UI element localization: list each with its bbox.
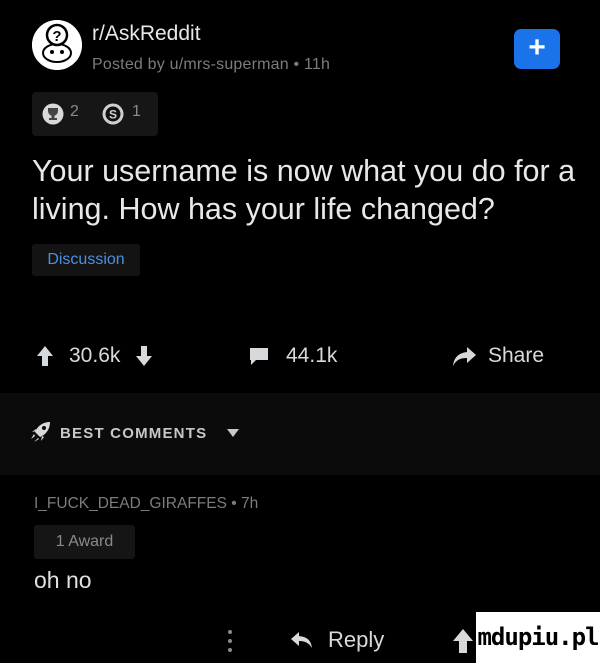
share-label: Share <box>488 344 545 367</box>
comment-bubble-icon <box>250 348 268 365</box>
comment-body: oh no <box>34 567 92 593</box>
post-flair[interactable]: Discussion <box>32 244 140 276</box>
comment-award-badge[interactable]: 1 Award <box>34 525 135 559</box>
join-button[interactable]: + <box>514 29 560 69</box>
trophy-icon <box>42 103 64 125</box>
post-meta[interactable]: Posted by u/mrs-superman • 11h <box>92 56 330 74</box>
share-arrow-icon <box>453 347 476 366</box>
arrow-up-icon[interactable] <box>36 345 54 367</box>
sort-label: BEST COMMENTS <box>60 425 208 442</box>
post-action-bar: 30.6k 44.1k Share <box>0 336 600 376</box>
subreddit-name[interactable]: r/AskReddit <box>92 22 201 46</box>
vote-group: 30.6k <box>36 336 153 376</box>
post-awards[interactable]: 2 S 1 <box>32 92 158 136</box>
arrow-up-icon[interactable] <box>452 628 474 654</box>
upvote-count: 30.6k <box>69 344 121 367</box>
comment-sort-bar[interactable]: BEST COMMENTS <box>0 393 600 475</box>
reply-button[interactable]: Reply <box>290 622 384 658</box>
comment-count: 44.1k <box>286 344 338 367</box>
reply-label: Reply <box>328 627 385 652</box>
rocket-icon <box>31 422 50 442</box>
svg-text:S: S <box>109 108 117 122</box>
arrow-down-icon[interactable] <box>135 345 153 367</box>
comments-button[interactable]: 44.1k <box>248 336 337 376</box>
post-title[interactable]: Your username is now what you do for a l… <box>32 152 577 228</box>
plus-icon: + <box>528 31 546 64</box>
comment-meta[interactable]: I_FUCK_DEAD_GIRAFFES • 7h <box>34 495 258 513</box>
caret-down-icon <box>227 429 239 437</box>
award-count: 2 <box>70 103 79 120</box>
coin-icon: S <box>102 103 124 125</box>
watermark-logo: mdupiu.pl <box>476 612 600 663</box>
subreddit-avatar[interactable]: ? <box>32 20 82 70</box>
more-vertical-icon[interactable] <box>225 628 235 654</box>
askreddit-snoo-icon: ? <box>32 20 82 70</box>
award-count: 1 <box>132 103 141 120</box>
share-button[interactable]: Share <box>452 336 544 376</box>
svg-text:?: ? <box>52 28 61 45</box>
reply-icon <box>291 632 312 648</box>
